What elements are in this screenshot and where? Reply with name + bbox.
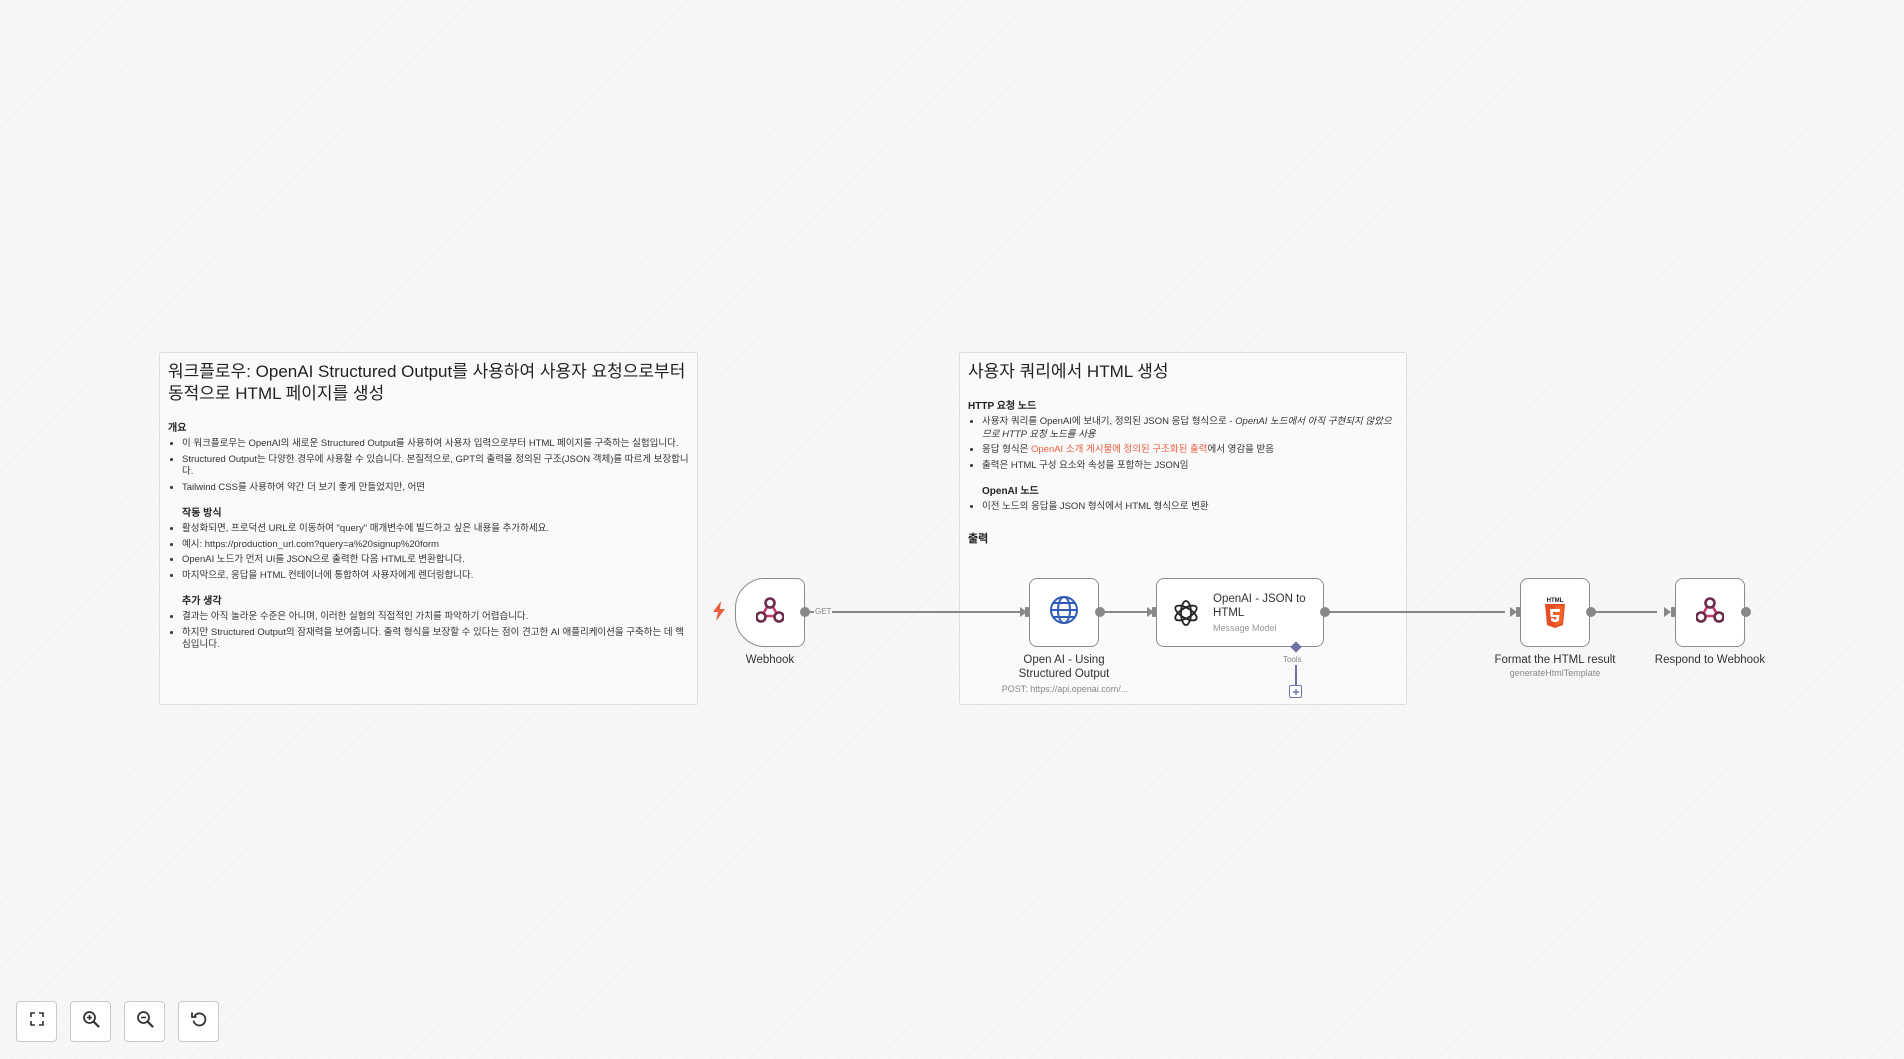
webhook-icon (1695, 597, 1725, 628)
http-request-node[interactable] (1029, 578, 1099, 647)
list-item: 마지막으로, 응답을 HTML 컨테이너에 통합하여 사용자에게 렌더링합니다. (182, 570, 689, 583)
connection-format-respond[interactable] (1590, 611, 1657, 613)
fullscreen-icon (29, 1012, 44, 1031)
more-heading: 추가 생각 (182, 596, 222, 607)
list-item: Structured Output는 다양한 경우에 사용할 수 있습니다. 본… (182, 454, 689, 479)
zoom-out-button[interactable] (124, 1001, 165, 1042)
html5-icon: HTML (1544, 598, 1566, 628)
openai-icon (1171, 598, 1201, 628)
list-item: 활성화되면, 프로덕션 URL로 이동하여 "query" 매개변수에 빌드하고… (182, 523, 689, 536)
webhook-node[interactable] (735, 578, 805, 647)
http-list: 사용자 쿼리를 OpenAI에 보내기, 정의된 JSON 응답 형식으로 - … (968, 416, 1398, 472)
webhook-label: Webhook (745, 654, 795, 666)
http-node-label: Open AI - Using Structured Output (994, 653, 1134, 681)
how-list: 활성화되면, 프로덕션 URL로 이동하여 "query" 매개변수에 빌드하고… (168, 523, 689, 582)
list-text: 응답 형식은 (982, 444, 1031, 455)
canvas-controls (16, 1001, 219, 1042)
openai-heading: OpenAI 노드 (982, 486, 1039, 497)
overview-heading: 개요 (168, 423, 187, 434)
globe-icon (1049, 595, 1079, 630)
format-node-subtitle: generateHtmlTemplate (1509, 668, 1601, 678)
connection-http-openai[interactable] (1100, 611, 1152, 613)
list-item: 응답 형식은 OpenAI 소개 게시물에 정의된 구조화된 출력에서 영감을 … (982, 444, 1398, 457)
format-html-node[interactable]: HTML (1520, 578, 1590, 647)
format-node-label: Format the HTML result (1494, 654, 1616, 666)
openai-node[interactable]: OpenAI - JSON to HTML Message Model (1156, 578, 1324, 647)
note-title: 워크플로우: OpenAI Structured Output를 사용하여 사용… (168, 362, 686, 403)
list-item: 이전 노드의 응답을 JSON 형식에서 HTML 형식으로 변환 (982, 501, 1398, 514)
openai-node-title: OpenAI - JSON to HTML (1213, 593, 1306, 619)
http-label-line: Open AI - Using (1023, 654, 1105, 666)
respond-node-label: Respond to Webhook (1654, 654, 1766, 666)
zoom-in-button[interactable] (70, 1001, 111, 1042)
more-list: 결과는 아직 놀라운 수준은 아니며, 이러한 실험의 직접적인 가치를 파악하… (168, 611, 689, 652)
output-handle[interactable] (1320, 607, 1330, 617)
tools-label: Tools (1283, 655, 1302, 664)
respond-webhook-node[interactable] (1675, 578, 1745, 647)
sticky-note-overview[interactable]: 워크플로우: OpenAI Structured Output를 사용하여 사용… (159, 352, 698, 705)
http-heading: HTTP 요청 노드 (968, 401, 1037, 412)
list-item: 출력은 HTML 구성 요소와 속성을 포함하는 JSON임 (982, 460, 1398, 473)
list-item: 예시: https://production_url.com?query=a%2… (182, 539, 689, 552)
list-item: 이 워크플로우는 OpenAI의 새로운 Structured Output를 … (182, 438, 689, 451)
arrow-head (1664, 607, 1671, 617)
list-item: Tailwind CSS를 사용하여 약간 더 보기 좋게 만들었지만, 어떤 (182, 482, 689, 495)
output-handle[interactable] (1586, 607, 1596, 617)
reset-icon (190, 1010, 208, 1033)
list-item: 결과는 아직 놀라운 수준은 아니며, 이러한 실험의 직접적인 가치를 파악하… (182, 611, 689, 624)
intro-post-link[interactable]: OpenAI 소개 게시물에 정의된 구조화된 출력 (1031, 444, 1208, 455)
output-handle[interactable] (1741, 607, 1751, 617)
list-item: OpenAI 노드가 먼저 UI를 JSON으로 출력한 다음 HTML로 변환… (182, 554, 689, 567)
list-text: 에서 영감을 받음 (1207, 444, 1274, 455)
zoom-out-icon (136, 1010, 154, 1033)
overview-list: 이 워크플로우는 OpenAI의 새로운 Structured Output를 … (168, 438, 689, 494)
edge-label: GET (814, 607, 833, 616)
output-handle[interactable] (1095, 607, 1105, 617)
openai-node-subtitle: Message Model (1213, 623, 1277, 633)
openai-list: 이전 노드의 응답을 JSON 형식에서 HTML 형식으로 변환 (968, 501, 1398, 514)
connection-webhook-http[interactable] (805, 611, 1025, 613)
zoom-in-icon (82, 1010, 100, 1033)
output-heading: 출력 (968, 532, 989, 545)
add-tool-button[interactable] (1289, 685, 1302, 698)
list-text: 사용자 쿼리를 OpenAI에 보내기, 정의된 JSON 응답 형식으로 - (982, 416, 1236, 427)
reset-zoom-button[interactable] (178, 1001, 219, 1042)
webhook-icon (755, 597, 785, 628)
http-label-line: Structured Output (1018, 668, 1110, 680)
note-title: 사용자 쿼리에서 HTML 생성 (968, 362, 1169, 381)
plus-icon (1292, 683, 1300, 701)
list-item: 사용자 쿼리를 OpenAI에 보내기, 정의된 JSON 응답 형식으로 - … (982, 416, 1398, 441)
fit-view-button[interactable] (16, 1001, 57, 1042)
connection-openai-format[interactable] (1325, 611, 1505, 613)
output-handle[interactable] (800, 607, 810, 617)
list-item: 하지만 Structured Output의 잠재력을 보여줍니다. 출력 형식… (182, 627, 689, 652)
http-node-subtitle: POST: https://api.openai.com/... (1001, 684, 1129, 694)
trigger-bolt-icon (712, 601, 726, 626)
how-heading: 작동 방식 (182, 508, 222, 519)
